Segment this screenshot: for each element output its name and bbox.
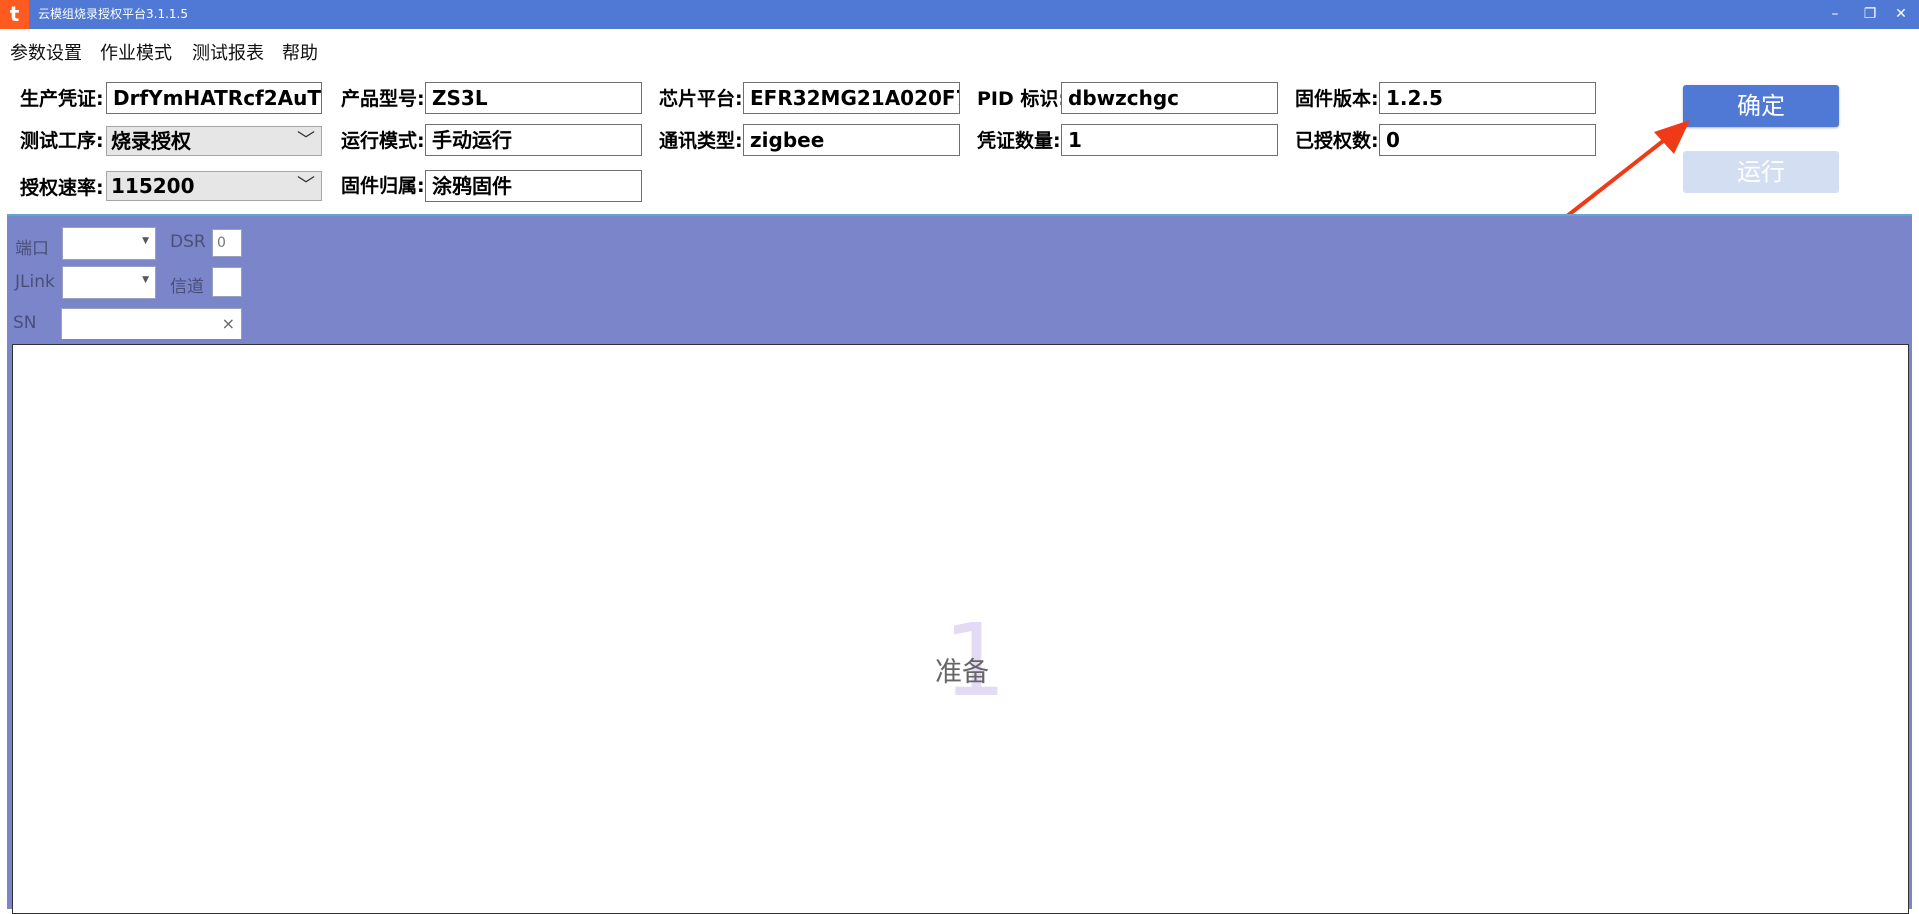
channel-field[interactable] bbox=[212, 267, 242, 297]
app-logo-icon: t bbox=[0, 0, 29, 29]
comm-type-label: 通讯类型: bbox=[659, 130, 743, 152]
pid-label: PID 标识: bbox=[977, 88, 1066, 110]
authorized-label: 已授权数: bbox=[1295, 130, 1379, 152]
minimize-button[interactable]: – bbox=[1817, 0, 1853, 29]
test-proc-select[interactable]: 烧录授权 ﹀ bbox=[106, 126, 322, 156]
dropdown-arrow-icon: ▼ bbox=[142, 236, 149, 246]
run-mode-field[interactable]: 手动运行 bbox=[425, 124, 642, 156]
slot-status: 准备 bbox=[935, 657, 989, 688]
channel-label: 信道 bbox=[170, 277, 204, 297]
clear-icon[interactable]: × bbox=[222, 314, 235, 333]
slot-area: 1 准备 bbox=[7, 339, 1912, 914]
baud-select[interactable]: 115200 ﹀ bbox=[106, 171, 322, 201]
dsr-label: DSR bbox=[170, 232, 206, 252]
model-field[interactable]: ZS3L bbox=[425, 82, 642, 114]
dsr-field[interactable]: 0 bbox=[212, 229, 242, 257]
menu-work-mode[interactable]: 作业模式 bbox=[100, 39, 172, 65]
credential-field[interactable]: DrfYmHATRcf2AuTt bbox=[106, 82, 322, 114]
chevron-down-icon: ﹀ bbox=[297, 130, 315, 151]
port-select[interactable]: ▼ bbox=[62, 227, 156, 260]
slot-control-panel: 端口 ▼ DSR 0 JLink ▼ 信道 SN × bbox=[7, 214, 1912, 341]
chip-field[interactable]: EFR32MG21A020F768 bbox=[743, 82, 960, 114]
slot-display: 1 准备 bbox=[12, 344, 1909, 914]
port-label: 端口 bbox=[15, 239, 49, 259]
pid-field[interactable]: dbwzchgc bbox=[1061, 82, 1278, 114]
sn-input[interactable]: × bbox=[61, 308, 242, 341]
cred-count-label: 凭证数量: bbox=[977, 130, 1061, 152]
fw-owner-label: 固件归属: bbox=[341, 175, 425, 197]
baud-label: 授权速率: bbox=[20, 177, 104, 199]
fw-owner-field[interactable]: 涂鸦固件 bbox=[425, 170, 642, 202]
cred-count-field[interactable]: 1 bbox=[1061, 124, 1278, 156]
jlink-select[interactable]: ▼ bbox=[62, 266, 156, 299]
dropdown-arrow-icon: ▼ bbox=[142, 275, 149, 285]
run-mode-label: 运行模式: bbox=[341, 130, 425, 152]
comm-type-field[interactable]: zigbee bbox=[743, 124, 960, 156]
credential-label: 生产凭证: bbox=[20, 88, 104, 110]
chevron-down-icon: ﹀ bbox=[297, 175, 315, 196]
jlink-label: JLink bbox=[15, 272, 55, 292]
menu-param-settings[interactable]: 参数设置 bbox=[10, 39, 82, 65]
close-button[interactable]: ✕ bbox=[1883, 0, 1919, 29]
window-title: 云模组烧录授权平台3.1.1.5 bbox=[38, 7, 188, 21]
baud-value: 115200 bbox=[111, 174, 195, 198]
sn-label: SN bbox=[13, 313, 37, 333]
menu-test-report[interactable]: 测试报表 bbox=[192, 39, 264, 65]
model-label: 产品型号: bbox=[341, 88, 425, 110]
chip-label: 芯片平台: bbox=[659, 88, 743, 110]
test-proc-label: 测试工序: bbox=[20, 130, 104, 152]
menu-help[interactable]: 帮助 bbox=[282, 39, 318, 65]
test-proc-value: 烧录授权 bbox=[111, 129, 191, 153]
fw-version-label: 固件版本: bbox=[1295, 88, 1379, 110]
menu-bar: 参数设置 作业模式 测试报表 帮助 bbox=[0, 29, 1919, 75]
annotation-arrow bbox=[1560, 120, 1690, 222]
title-bar: t 云模组烧录授权平台3.1.1.5 – ❐ ✕ bbox=[0, 0, 1919, 29]
